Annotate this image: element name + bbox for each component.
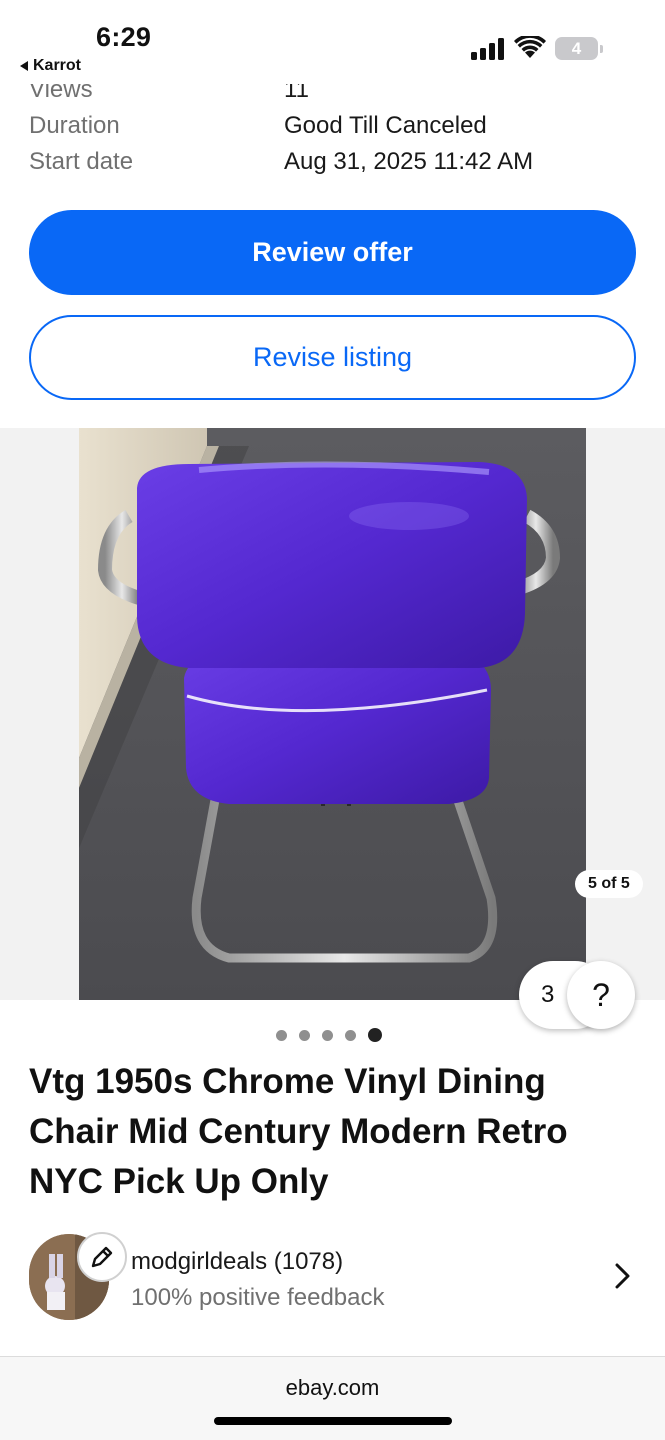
detail-value: Aug 31, 2025 11:42 AM xyxy=(284,148,534,175)
page-dot-active[interactable] xyxy=(368,1028,382,1042)
detail-label: Duration xyxy=(29,112,120,139)
image-gallery[interactable]: 5 of 5 xyxy=(0,428,665,1000)
detail-value: Good Till Canceled xyxy=(284,112,487,139)
status-bar: 6:29 Karrot 4 xyxy=(0,0,665,84)
detail-row-start-date: Start date Aug 31, 2025 11:42 AM xyxy=(0,148,665,184)
battery-icon: 4 xyxy=(555,37,603,60)
cellular-signal-icon xyxy=(471,38,504,60)
detail-label: Start date xyxy=(29,148,134,175)
listing-title: Vtg 1950s Chrome Vinyl Dining Chair Mid … xyxy=(29,1062,568,1201)
listing-photo[interactable] xyxy=(79,428,586,1000)
home-indicator[interactable] xyxy=(214,1417,452,1425)
page-dot[interactable] xyxy=(322,1029,333,1041)
page-dot[interactable] xyxy=(345,1029,356,1041)
back-to-app-link[interactable]: Karrot xyxy=(20,57,81,75)
status-time: 6:29 xyxy=(96,22,152,52)
seller-row[interactable]: modgirldeals (1078) 100% positive feedba… xyxy=(0,1230,665,1326)
back-arrow-icon xyxy=(20,61,28,71)
url-text[interactable]: ebay.com xyxy=(0,1375,665,1401)
wifi-icon xyxy=(514,36,546,58)
image-counter-badge: 5 of 5 xyxy=(575,870,643,898)
revise-listing-button[interactable]: Revise listing xyxy=(29,315,636,400)
help-button[interactable]: ? xyxy=(567,961,635,1029)
page-dot[interactable] xyxy=(299,1029,310,1041)
seller-feedback: 100% positive feedback xyxy=(131,1284,385,1311)
float-count: 3 xyxy=(541,981,555,1008)
gallery-pagination xyxy=(276,1028,382,1042)
page-dot[interactable] xyxy=(276,1029,287,1041)
chevron-right-icon[interactable] xyxy=(612,1262,634,1290)
review-offer-button[interactable]: Review offer xyxy=(29,210,636,295)
floating-help-widget[interactable]: 3 ? xyxy=(519,961,635,1029)
seller-name: modgirldeals (1078) xyxy=(131,1248,344,1275)
back-app-label: Karrot xyxy=(33,57,82,74)
edit-avatar-button[interactable] xyxy=(77,1232,127,1282)
pencil-icon xyxy=(91,1246,113,1268)
detail-row-duration: Duration Good Till Canceled xyxy=(0,112,665,148)
browser-url-bar[interactable]: ebay.com xyxy=(0,1356,665,1440)
battery-level: 4 xyxy=(555,37,598,60)
